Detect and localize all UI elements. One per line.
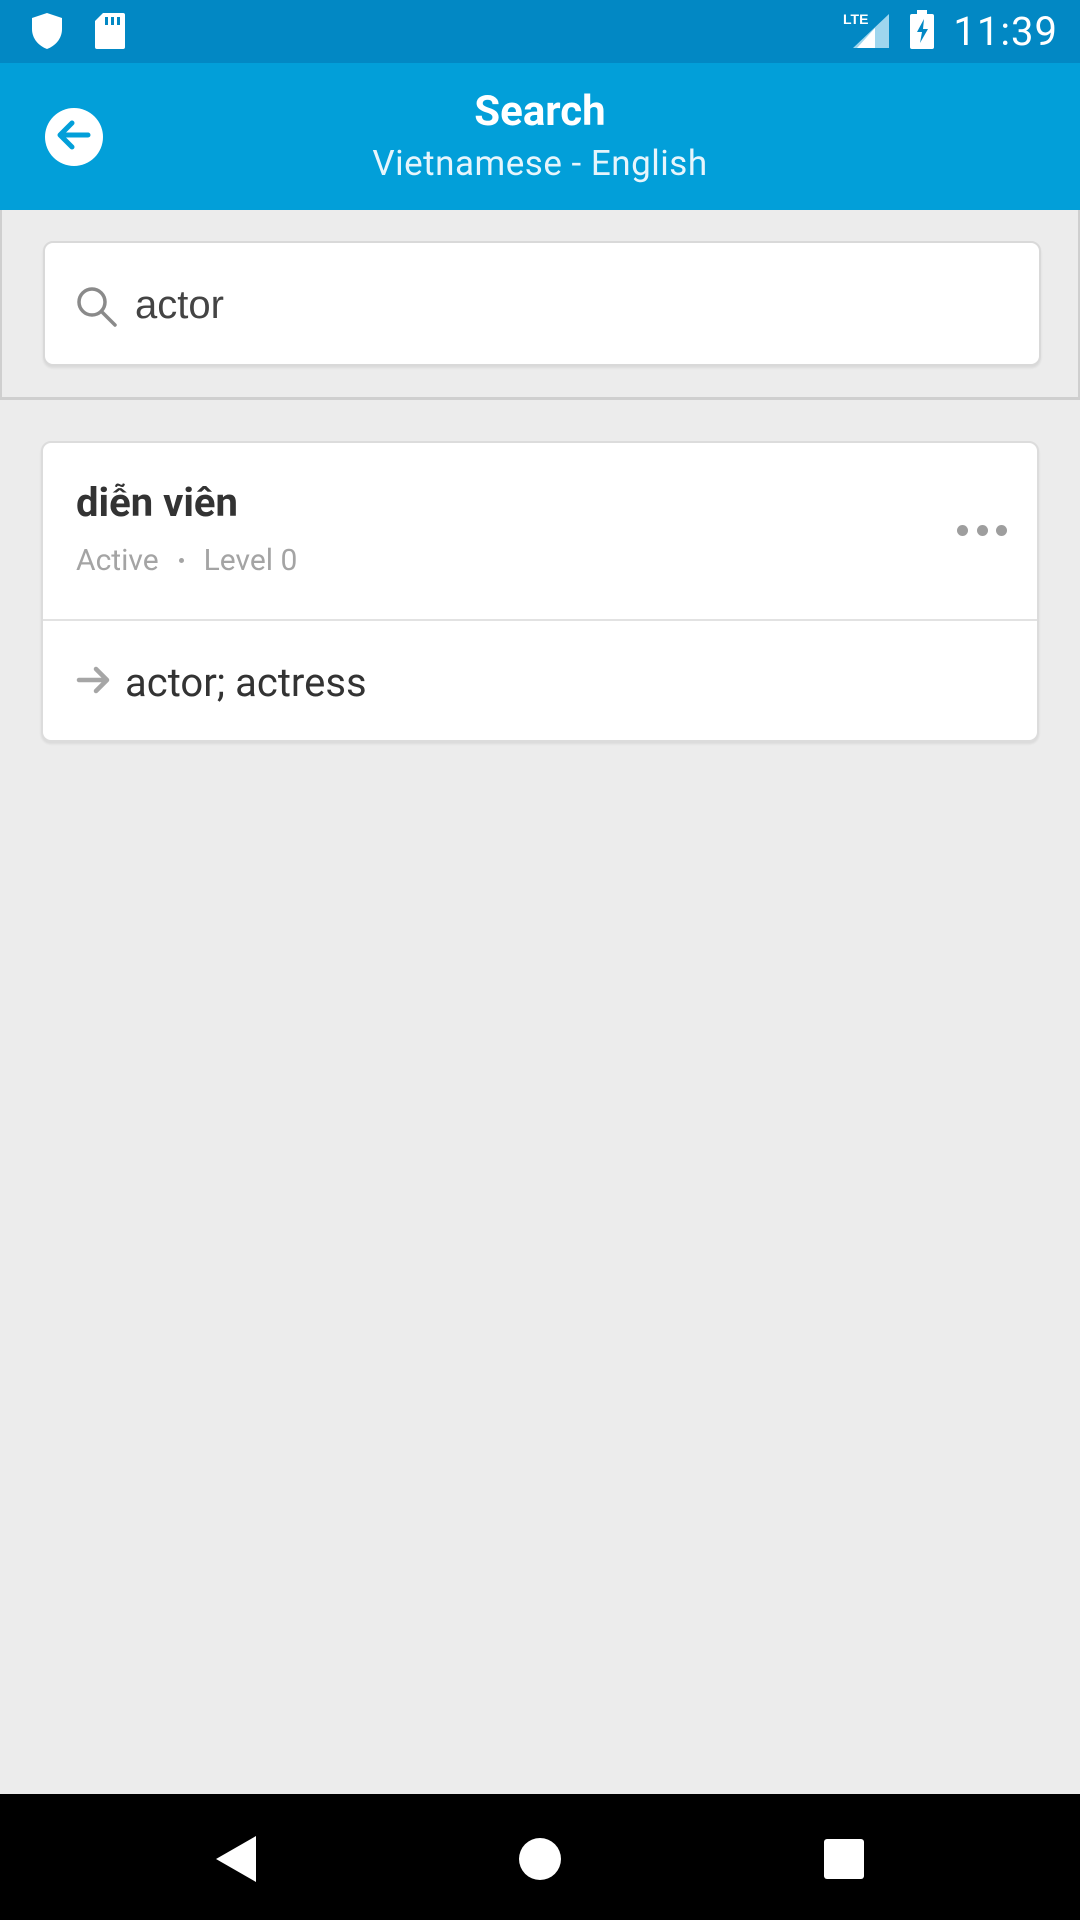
result-card[interactable]: diễn viên Active Level 0 actor; actress [41, 441, 1039, 742]
shield-icon [30, 12, 64, 54]
result-level: Level 0 [203, 543, 298, 578]
result-status: Active [76, 543, 159, 578]
system-nav-bar [0, 1794, 1080, 1920]
recents-square-icon[interactable] [814, 1829, 874, 1889]
sd-card-icon [94, 12, 126, 54]
more-horizontal-icon[interactable] [957, 515, 1007, 545]
home-circle-icon[interactable] [510, 1829, 570, 1889]
search-box[interactable] [43, 241, 1041, 366]
result-word: diễn viên [76, 479, 238, 526]
result-meta: Active Level 0 [76, 543, 297, 578]
status-time: 11:39 [953, 8, 1058, 55]
page-title: Search [474, 87, 606, 136]
svg-text:LTE: LTE [843, 11, 868, 27]
translation-row: actor; actress [43, 623, 1037, 741]
result-translation: actor; actress [125, 659, 367, 706]
search-input[interactable] [135, 273, 995, 337]
back-triangle-icon[interactable] [206, 1829, 266, 1889]
page-subtitle: Vietnamese - English [372, 143, 708, 184]
search-panel [0, 210, 1080, 400]
battery-charging-icon [909, 9, 935, 54]
status-bar: LTE 11:39 [0, 0, 1080, 63]
lte-signal-icon: LTE [843, 10, 891, 54]
search-icon [75, 285, 119, 329]
arrow-right-icon [76, 665, 112, 695]
status-right-area: LTE 11:39 [843, 0, 1058, 63]
app-bar: Search Vietnamese - English [0, 63, 1080, 210]
meta-separator [178, 558, 184, 563]
status-left-icons [30, 12, 126, 54]
result-header: diễn viên Active Level 0 [43, 443, 1037, 621]
